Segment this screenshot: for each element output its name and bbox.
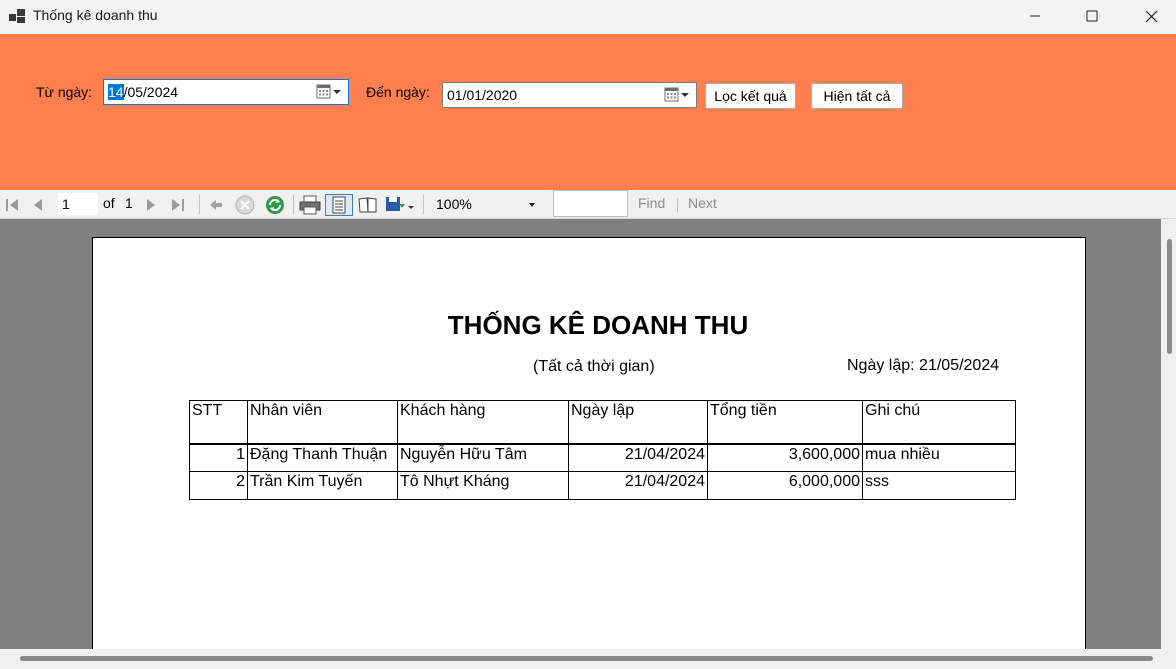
refresh-button[interactable] xyxy=(264,194,286,216)
maximize-button[interactable] xyxy=(1067,0,1117,32)
report-toolbar: of 1 100% Find Next xyxy=(0,190,1176,219)
horizontal-scroll-thumb[interactable] xyxy=(20,656,1153,661)
last-page-icon xyxy=(172,199,184,211)
table-cell: 1 xyxy=(189,443,248,472)
table-header-row: STT Nhân viên Khách hàng Ngày lập Tổng t… xyxy=(189,400,1016,445)
first-page-button[interactable] xyxy=(4,194,20,216)
column-header: Ghi chú xyxy=(862,400,1016,445)
window-title: Thống kê doanh thu xyxy=(33,7,158,23)
stop-button[interactable] xyxy=(235,194,255,216)
table-cell: 21/04/2024 xyxy=(568,471,708,500)
back-arrow-icon xyxy=(210,200,222,210)
find-next-button[interactable]: Next xyxy=(688,195,717,211)
table-cell: Nguyễn Hữu Tâm xyxy=(397,443,569,472)
total-pages: 1 xyxy=(125,195,133,211)
table-cell: Tô Nhựt Kháng xyxy=(397,471,569,500)
previous-page-icon xyxy=(34,199,42,211)
to-date-picker[interactable]: 01/01/2020 xyxy=(442,82,697,108)
chevron-down-icon xyxy=(529,203,535,207)
filter-button[interactable]: Lọc kết quả xyxy=(705,83,796,109)
print-button[interactable] xyxy=(299,194,321,216)
refresh-icon xyxy=(266,196,284,214)
vertical-scrollbar[interactable] xyxy=(1161,219,1176,649)
open-book-icon xyxy=(358,197,377,213)
report-page: THỐNG KÊ DOANH THU (Tất cả thời gian) Ng… xyxy=(92,237,1086,649)
zoom-select[interactable]: 100% xyxy=(430,194,540,216)
page-layout-icon xyxy=(332,196,346,214)
column-header: Nhân viên xyxy=(247,400,398,445)
maximize-icon xyxy=(1086,10,1098,22)
page-number-input[interactable] xyxy=(58,193,98,215)
minimize-button[interactable] xyxy=(1010,0,1060,32)
first-page-icon xyxy=(6,199,18,211)
table-cell: 2 xyxy=(189,471,248,500)
table-cell: 3,600,000 xyxy=(707,443,863,472)
previous-page-button[interactable] xyxy=(30,194,46,216)
from-date-label: Từ ngày: xyxy=(36,84,93,100)
table-cell: mua nhiều xyxy=(862,443,1016,472)
from-date-picker[interactable]: 14/05/2024 xyxy=(103,79,349,105)
page-setup-button[interactable] xyxy=(357,194,379,216)
last-page-button[interactable] xyxy=(170,194,186,216)
toolbar-separator xyxy=(199,195,200,214)
toolbar-separator xyxy=(293,195,294,214)
show-all-button[interactable]: Hiện tất cả xyxy=(811,83,903,109)
toolbar-separator xyxy=(423,195,424,214)
vertical-scroll-thumb[interactable] xyxy=(1167,239,1172,354)
print-layout-button[interactable] xyxy=(325,194,353,216)
save-export-icon xyxy=(386,197,414,211)
column-header: Khách hàng xyxy=(397,400,569,445)
table-row: 2 Trần Kim Tuyến Tô Nhựt Kháng 21/04/202… xyxy=(189,471,1016,500)
page-of-label: of xyxy=(103,195,115,211)
next-page-button[interactable] xyxy=(143,194,159,216)
report-subtitle: (Tất cả thời gian) xyxy=(533,358,655,375)
close-button[interactable] xyxy=(1126,0,1176,32)
table-cell: Trần Kim Tuyến xyxy=(247,471,398,500)
minimize-icon xyxy=(1030,15,1040,17)
zoom-value: 100% xyxy=(436,196,472,212)
table-cell: sss xyxy=(862,471,1016,500)
table-cell: 21/04/2024 xyxy=(568,443,708,472)
table-cell: 6,000,000 xyxy=(707,471,863,500)
calendar-dropdown-icon[interactable] xyxy=(664,87,690,103)
column-header: Ngày lập xyxy=(568,400,708,445)
horizontal-scrollbar[interactable] xyxy=(0,649,1176,669)
close-icon xyxy=(1145,10,1157,22)
stop-icon xyxy=(235,195,255,215)
calendar-dropdown-icon[interactable] xyxy=(316,84,342,100)
report-created-date: Ngày lập: 21/05/2024 xyxy=(847,357,1000,374)
to-date-label: Đến ngày: xyxy=(366,84,430,100)
table-row: 1 Đặng Thanh Thuận Nguyễn Hữu Tâm 21/04/… xyxy=(189,443,1016,472)
from-date-day-selected: 14 xyxy=(108,84,124,100)
revenue-table: STT Nhân viên Khách hàng Ngày lập Tổng t… xyxy=(189,400,1016,500)
next-page-icon xyxy=(147,199,155,211)
find-text-input[interactable] xyxy=(553,190,628,217)
back-button[interactable] xyxy=(207,194,225,216)
toolbar-separator xyxy=(677,198,678,212)
from-date-rest: /05/2024 xyxy=(123,84,179,100)
export-button[interactable] xyxy=(385,194,415,216)
filter-panel: Từ ngày: 14/05/2024 Đến ngày: 01/01/2020… xyxy=(0,34,1176,190)
column-header: STT xyxy=(189,400,248,445)
table-cell: Đặng Thanh Thuận xyxy=(247,443,398,472)
to-date-value: 01/01/2020 xyxy=(447,87,518,103)
column-header: Tổng tiền xyxy=(707,400,863,445)
title-bar: Thống kê doanh thu xyxy=(0,0,1176,34)
find-button[interactable]: Find xyxy=(638,195,665,211)
app-window-icon xyxy=(9,9,25,23)
report-title: THỐNG KÊ DOANH THU xyxy=(447,310,749,340)
printer-icon xyxy=(299,195,321,215)
report-viewer[interactable]: THỐNG KÊ DOANH THU (Tất cả thời gian) Ng… xyxy=(0,219,1176,649)
